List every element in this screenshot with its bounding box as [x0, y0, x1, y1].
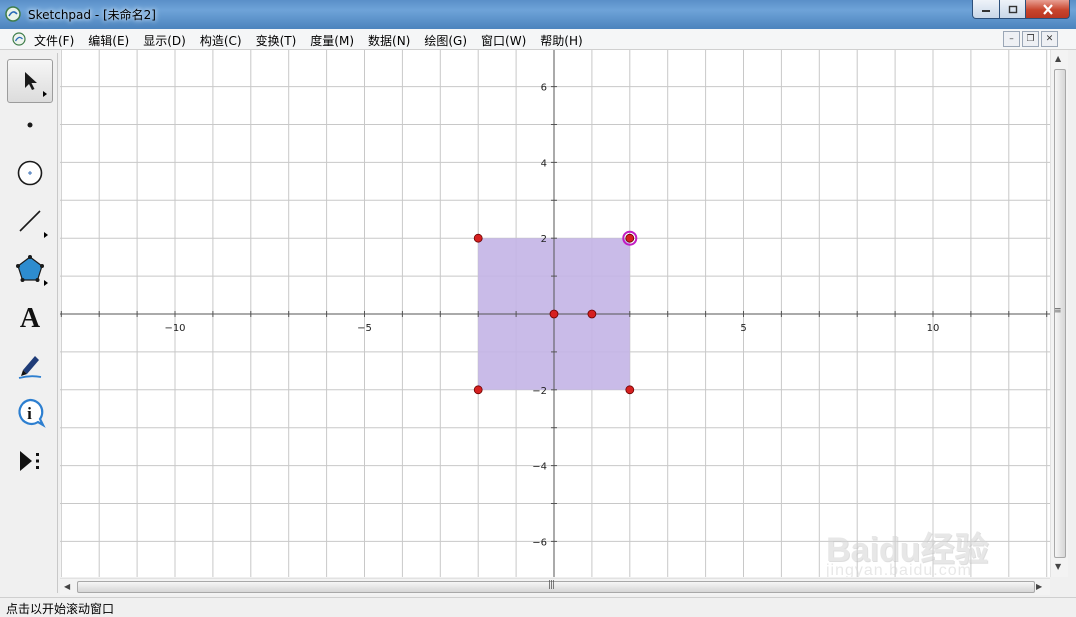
menu-item[interactable]: 窗口(W) [481, 32, 526, 49]
scroll-corner [1050, 578, 1067, 594]
text-a-icon: A [20, 303, 41, 332]
sketchpad-app-icon [5, 6, 21, 22]
tool-more-arrow [44, 232, 48, 238]
x-tick-label: 10 [927, 323, 940, 334]
status-bar: 点击以开始滚动窗口 [0, 597, 1076, 617]
y-tick-label: 6 [541, 83, 547, 94]
information-tool[interactable]: i [7, 391, 53, 435]
doc-close-icon: ✕ [1045, 34, 1054, 44]
circle-icon [17, 160, 43, 186]
menu-item[interactable]: 变换(T) [256, 32, 297, 49]
menu-bar: 文件(F) 编辑(E) 显示(D) 构造(C) 变换(T) 度量(M) 数据(N) 绘图(G)… [0, 29, 1076, 50]
horizontal-scrollbar[interactable]: ◀ ||| ▶ [60, 578, 1050, 595]
minimize-button[interactable] [972, 0, 1000, 19]
x-tick-label: −10 [164, 323, 185, 334]
svg-text:i: i [27, 404, 32, 423]
play-custom-icon [20, 451, 39, 471]
scroll-right-icon[interactable]: ▶ [1036, 582, 1042, 591]
arrow-tool[interactable] [7, 59, 53, 103]
tool-more-arrow [44, 280, 48, 286]
status-text: 点击以开始滚动窗口 [6, 602, 115, 616]
title-bar: Sketchpad - [未命名2] [0, 0, 1076, 29]
menu-item[interactable]: 绘图(G) [424, 32, 467, 49]
marker-pen-icon [18, 356, 42, 379]
horizontal-scroll-thumb[interactable] [77, 581, 1035, 593]
menu-item[interactable]: 帮助(H) [540, 32, 582, 49]
pentagon-icon [16, 255, 44, 282]
y-tick-label: 4 [541, 158, 547, 169]
y-tick-label: −4 [532, 462, 547, 473]
menu-item[interactable]: 文件(F) [34, 32, 74, 49]
coordinate-graph[interactable]: −10 −5 5 10 6 4 2 −2 −4 −6 [60, 50, 1050, 577]
straightedge-tool[interactable] [7, 199, 53, 243]
plot-point[interactable] [587, 309, 597, 319]
toolbox: A i [3, 53, 58, 593]
point-icon [27, 122, 33, 128]
scroll-up-icon[interactable]: ▲ [1055, 54, 1061, 63]
point-tool[interactable] [7, 103, 53, 147]
svg-text:A: A [20, 303, 41, 332]
menu-item[interactable]: 构造(C) [200, 32, 242, 49]
text-tool[interactable]: A [7, 295, 53, 339]
y-tick-label: 2 [541, 234, 547, 245]
menu-item[interactable]: 度量(M) [310, 32, 354, 49]
doc-restore-button[interactable]: ❐ [1022, 31, 1039, 47]
grip-icon: ||| [548, 580, 555, 590]
x-tick-label: 5 [740, 323, 746, 334]
plot-point[interactable] [625, 233, 635, 243]
scroll-left-icon[interactable]: ◀ [64, 582, 70, 591]
line-segment-icon [19, 210, 41, 232]
menu-item[interactable]: 数据(N) [368, 32, 410, 49]
plot-point[interactable] [473, 233, 483, 243]
doc-close-button[interactable]: ✕ [1041, 31, 1058, 47]
scroll-down-icon[interactable]: ▼ [1055, 562, 1061, 571]
watermark-url: jingyan.baidu.com [826, 562, 972, 577]
x-tick-label: −5 [357, 323, 372, 334]
tool-more-arrow [43, 91, 47, 97]
document-icon[interactable] [12, 32, 26, 46]
arrow-select-icon [25, 72, 37, 90]
doc-minimize-icon: – [1009, 34, 1014, 44]
doc-minimize-button[interactable]: – [1003, 31, 1020, 47]
y-tick-label: −2 [532, 386, 547, 397]
sketch-canvas[interactable]: −10 −5 5 10 6 4 2 −2 −4 −6 Baidu经验 jingyan.baidu.… [60, 50, 1050, 577]
baidu-watermark: Baidu经验 jingyan.baidu.com [826, 508, 1026, 577]
y-tick-label: −6 [532, 537, 547, 548]
close-icon [1042, 3, 1053, 15]
menu-item[interactable]: 编辑(E) [88, 32, 129, 49]
close-button[interactable] [1026, 0, 1070, 19]
marker-tool[interactable] [7, 343, 53, 387]
vertical-scrollbar[interactable]: ▲ ≡ ▼ [1050, 50, 1068, 577]
window-title: Sketchpad - [未命名2] [28, 8, 156, 22]
custom-tool[interactable] [7, 439, 53, 483]
doc-restore-icon: ❐ [1026, 34, 1035, 44]
plot-point[interactable] [625, 385, 635, 395]
plot-point[interactable] [549, 309, 559, 319]
restore-icon [1008, 5, 1017, 13]
restore-button[interactable] [1000, 0, 1026, 19]
polygon-tool[interactable] [7, 247, 53, 291]
minimize-icon [982, 10, 990, 12]
compass-tool[interactable] [7, 151, 53, 195]
menu-item[interactable]: 显示(D) [143, 32, 186, 49]
grip-icon: ≡ [1054, 306, 1061, 316]
info-icon: i [18, 398, 46, 428]
plot-point[interactable] [473, 385, 483, 395]
